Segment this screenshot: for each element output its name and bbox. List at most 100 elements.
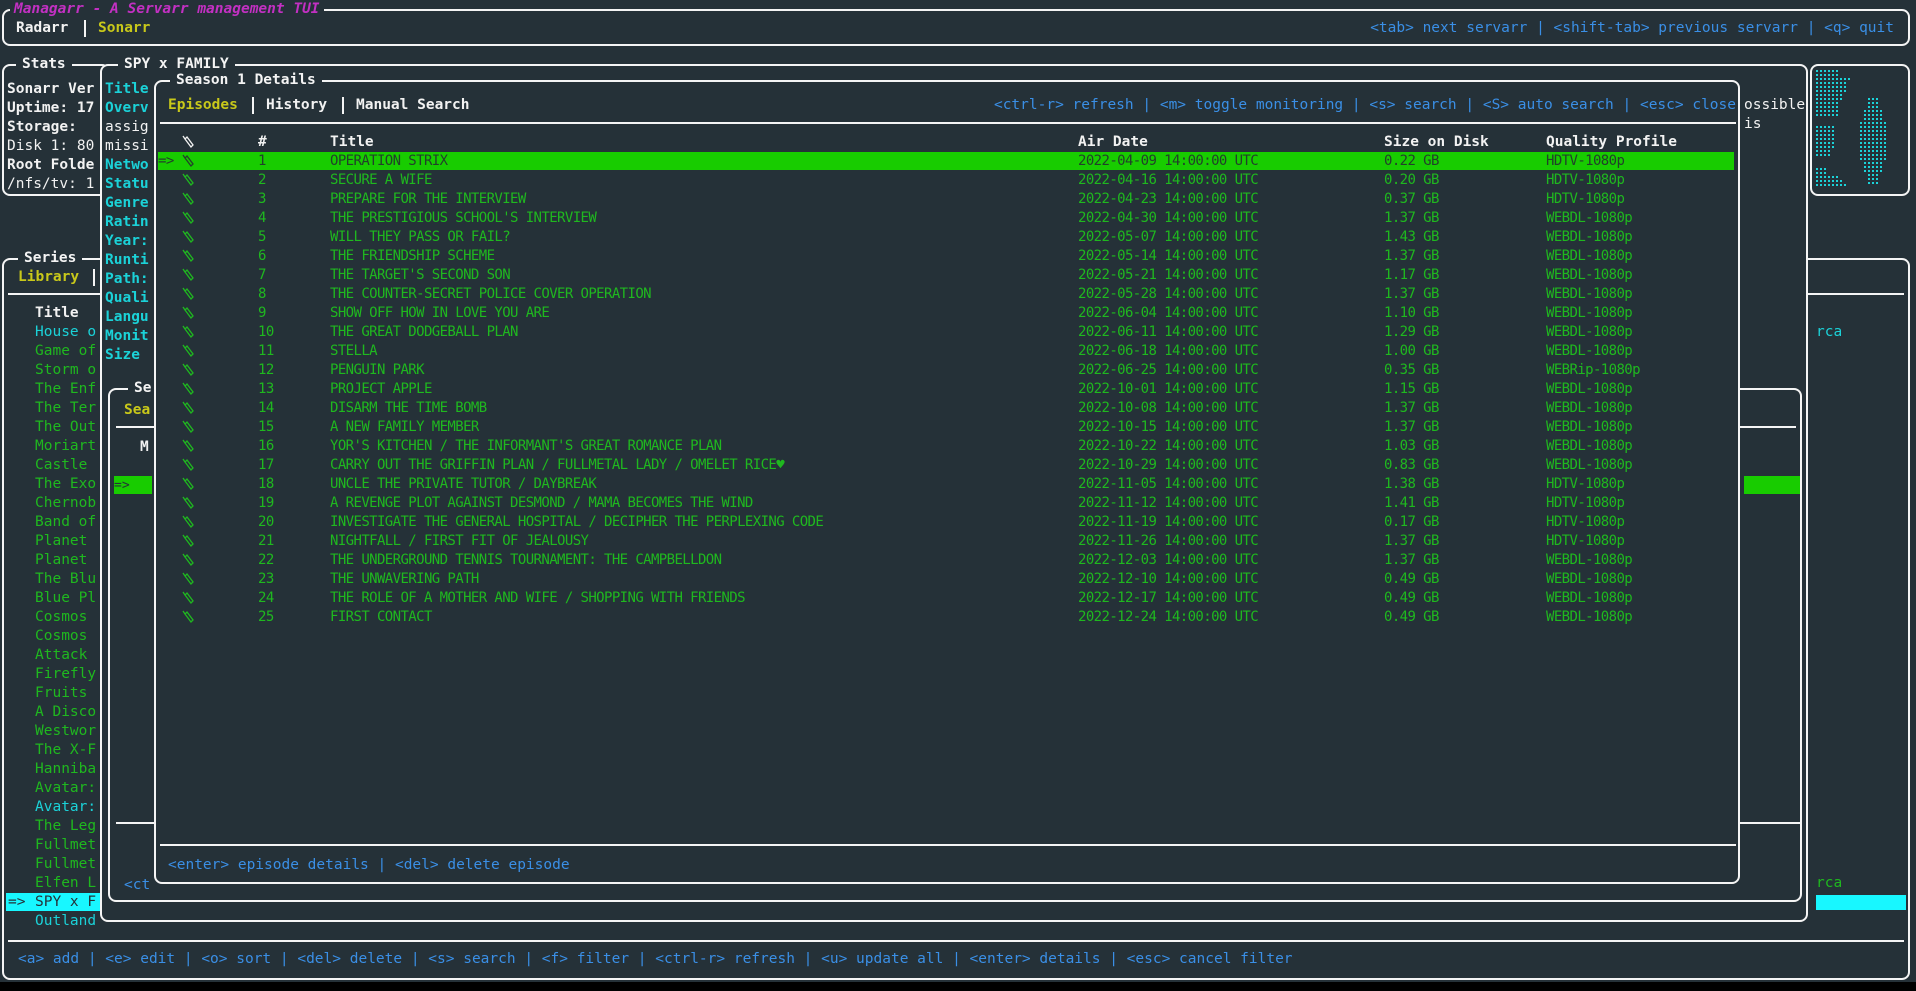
episode-row[interactable]: 8 THE COUNTER-SECRET POLICE COVER OPERATI… bbox=[158, 285, 1734, 303]
series-list-item[interactable]: Game of bbox=[35, 342, 96, 361]
monitored-tag-icon[interactable] bbox=[180, 400, 196, 416]
series-list-item[interactable]: Band of bbox=[35, 513, 96, 532]
series-list-item[interactable]: The Ter bbox=[35, 399, 96, 418]
episode-quality: WEBRip-1080p bbox=[1546, 362, 1641, 378]
episode-row[interactable]: 2 SECURE A WIFE 2022-04-16 14:00:00 UTC 0.2… bbox=[158, 171, 1734, 189]
series-list-item[interactable]: House o bbox=[35, 323, 96, 342]
episode-row[interactable]: 19 A REVENGE PLOT AGAINST DESMOND / MAMA … bbox=[158, 494, 1734, 512]
series-list-item[interactable]: Cosmos bbox=[35, 608, 87, 627]
monitored-tag-icon[interactable] bbox=[180, 343, 196, 359]
monitored-tag-icon[interactable] bbox=[180, 172, 196, 188]
episode-row[interactable]: 22 THE UNDERGROUND TENNIS TOURNAMENT: THE… bbox=[158, 551, 1734, 569]
monitored-tag-icon[interactable] bbox=[180, 362, 196, 378]
series-list-item[interactable]: Outland bbox=[35, 912, 96, 931]
monitored-tag-icon[interactable] bbox=[180, 533, 196, 549]
series-list-item[interactable]: The Exo bbox=[35, 475, 96, 494]
series-list-item[interactable]: The Out bbox=[35, 418, 96, 437]
monitored-tag-icon[interactable] bbox=[180, 419, 196, 435]
series-list-item[interactable]: Fullmet bbox=[35, 855, 96, 874]
episode-row[interactable]: 7 THE TARGET'S SECOND SON 2022-05-21 14:00… bbox=[158, 266, 1734, 284]
monitored-tag-icon[interactable] bbox=[180, 476, 196, 492]
tab-manual-search[interactable]: Manual Search bbox=[356, 96, 470, 115]
logo-dot bbox=[1816, 102, 1818, 104]
episode-row[interactable]: 3 PREPARE FOR THE INTERVIEW 2022-04-23 14:… bbox=[158, 190, 1734, 208]
series-list-item[interactable]: Avatar: bbox=[35, 779, 96, 798]
episode-row[interactable]: 14 DISARM THE TIME BOMB 2022-10-08 14:00:0… bbox=[158, 399, 1734, 417]
series-list-item[interactable]: Westwor bbox=[35, 722, 96, 741]
series-list-item[interactable]: The Enf bbox=[35, 380, 96, 399]
monitored-tag-icon[interactable] bbox=[180, 457, 196, 473]
monitored-tag-icon[interactable] bbox=[180, 191, 196, 207]
logo-dot bbox=[1876, 162, 1878, 164]
monitored-tag-icon[interactable] bbox=[180, 267, 196, 283]
series-list-item[interactable]: The Blu bbox=[35, 570, 96, 589]
series-list-item[interactable]: Attack bbox=[35, 646, 87, 665]
monitored-tag-icon[interactable] bbox=[180, 571, 196, 587]
monitored-tag-icon[interactable] bbox=[180, 495, 196, 511]
episode-row[interactable]: 17 CARRY OUT THE GRIFFIN PLAN / FULLMETAL… bbox=[158, 456, 1734, 474]
logo-dot bbox=[1860, 122, 1862, 124]
monitored-tag-icon[interactable] bbox=[180, 286, 196, 302]
episode-row[interactable]: 24 THE ROLE OF A MOTHER AND WIFE / SHOPPI… bbox=[158, 589, 1734, 607]
monitored-tag-icon[interactable] bbox=[180, 229, 196, 245]
episode-row[interactable]: 21 NIGHTFALL / FIRST FIT OF JEALOUSY 2022-… bbox=[158, 532, 1734, 550]
series-list-item[interactable]: Hanniba bbox=[35, 760, 96, 779]
episode-row[interactable]: 20 INVESTIGATE THE GENERAL HOSPITAL / DEC… bbox=[158, 513, 1734, 531]
series-list-item[interactable]: The X-F bbox=[35, 741, 96, 760]
logo-dot bbox=[1820, 172, 1822, 174]
series-list-item[interactable]: Fruits bbox=[35, 684, 87, 703]
series-list-item[interactable]: Avatar: bbox=[35, 798, 96, 817]
episode-row[interactable]: 25 FIRST CONTACT 2022-12-24 14:00:00 UTC 0.… bbox=[158, 608, 1734, 626]
episode-row[interactable]: 12 PENGUIN PARK 2022-06-25 14:00:00 UTC 0.3… bbox=[158, 361, 1734, 379]
episode-row[interactable]: 23 THE UNWAVERING PATH 2022-12-10 14:00:00… bbox=[158, 570, 1734, 588]
series-list-item[interactable]: SPY x F bbox=[35, 893, 96, 912]
series-list-item[interactable]: A Disco bbox=[35, 703, 96, 722]
episode-row[interactable]: 13 PROJECT APPLE 2022-10-01 14:00:00 UTC 1.… bbox=[158, 380, 1734, 398]
monitored-tag-icon[interactable] bbox=[180, 248, 196, 264]
series-list-item[interactable]: Blue Pl bbox=[35, 589, 96, 608]
logo-dot bbox=[1832, 146, 1834, 148]
episode-row[interactable]: 18 UNCLE THE PRIVATE TUTOR / DAYBREAK 2022… bbox=[158, 475, 1734, 493]
series-list-item[interactable]: Moriart bbox=[35, 437, 96, 456]
monitored-tag-icon[interactable] bbox=[180, 210, 196, 226]
monitored-tag-icon[interactable] bbox=[180, 514, 196, 530]
series-list-item[interactable]: Fullmet bbox=[35, 836, 96, 855]
monitored-tag-icon[interactable] bbox=[180, 324, 196, 340]
logo-dot bbox=[1828, 78, 1830, 80]
tab-episodes[interactable]: Episodes bbox=[168, 96, 238, 115]
season-background-tab[interactable]: Sea bbox=[124, 401, 150, 420]
series-list-item[interactable]: Elfen L bbox=[35, 874, 96, 893]
monitored-tag-icon[interactable] bbox=[180, 305, 196, 321]
episode-row[interactable]: 11 STELLA 2022-06-18 14:00:00 UTC 1.00 GB WE… bbox=[158, 342, 1734, 360]
library-tab[interactable]: Library bbox=[18, 268, 79, 287]
series-list-item[interactable]: Planet bbox=[35, 532, 87, 551]
episode-row[interactable]: 15 A NEW FAMILY MEMBER 2022-10-15 14:00:00… bbox=[158, 418, 1734, 436]
series-list-item[interactable]: The Leg bbox=[35, 817, 96, 836]
series-list-item[interactable]: Storm o bbox=[35, 361, 96, 380]
episode-row[interactable]: 9 SHOW OFF HOW IN LOVE YOU ARE 2022-06-04 … bbox=[158, 304, 1734, 322]
series-list-item[interactable]: Cosmos bbox=[35, 627, 87, 646]
series-list-item[interactable]: Planet bbox=[35, 551, 87, 570]
monitored-tag-icon[interactable] bbox=[180, 590, 196, 606]
tab-history[interactable]: History bbox=[266, 96, 327, 115]
monitored-tag-icon[interactable] bbox=[180, 153, 196, 169]
monitored-tag-icon[interactable] bbox=[180, 552, 196, 568]
logo-dot bbox=[1876, 174, 1878, 176]
series-list-item[interactable]: Chernob bbox=[35, 494, 96, 513]
servarr-tab-radarr[interactable]: Radarr bbox=[16, 19, 68, 38]
episode-row[interactable]: 16 YOR'S KITCHEN / THE INFORMANT'S GREAT … bbox=[158, 437, 1734, 455]
episode-row[interactable]: 4 THE PRESTIGIOUS SCHOOL'S INTERVIEW 2022-… bbox=[158, 209, 1734, 227]
monitored-tag-icon[interactable] bbox=[180, 381, 196, 397]
series-list-item[interactable]: Firefly bbox=[35, 665, 96, 684]
monitored-tag-icon[interactable] bbox=[180, 438, 196, 454]
episode-row[interactable]: 10 THE GREAT DODGEBALL PLAN 2022-06-11 14:… bbox=[158, 323, 1734, 341]
sonarr-logo-icon bbox=[1816, 70, 1886, 186]
logo-dot bbox=[1836, 90, 1838, 92]
servarr-tab-sonarr[interactable]: Sonarr bbox=[98, 19, 150, 38]
episode-row[interactable]: 5 WILL THEY PASS OR FAIL? 2022-05-07 14:00… bbox=[158, 228, 1734, 246]
episode-row[interactable]: 6 THE FRIENDSHIP SCHEME 2022-05-14 14:00:0… bbox=[158, 247, 1734, 265]
series-fragment-bottom: rca bbox=[1816, 875, 1843, 891]
monitored-tag-icon[interactable] bbox=[180, 609, 196, 625]
episode-row[interactable]: => 1 OPERATION STRIX 2022-04-09 14:00:00 UT… bbox=[158, 152, 1734, 170]
series-list-item[interactable]: Castle bbox=[35, 456, 87, 475]
